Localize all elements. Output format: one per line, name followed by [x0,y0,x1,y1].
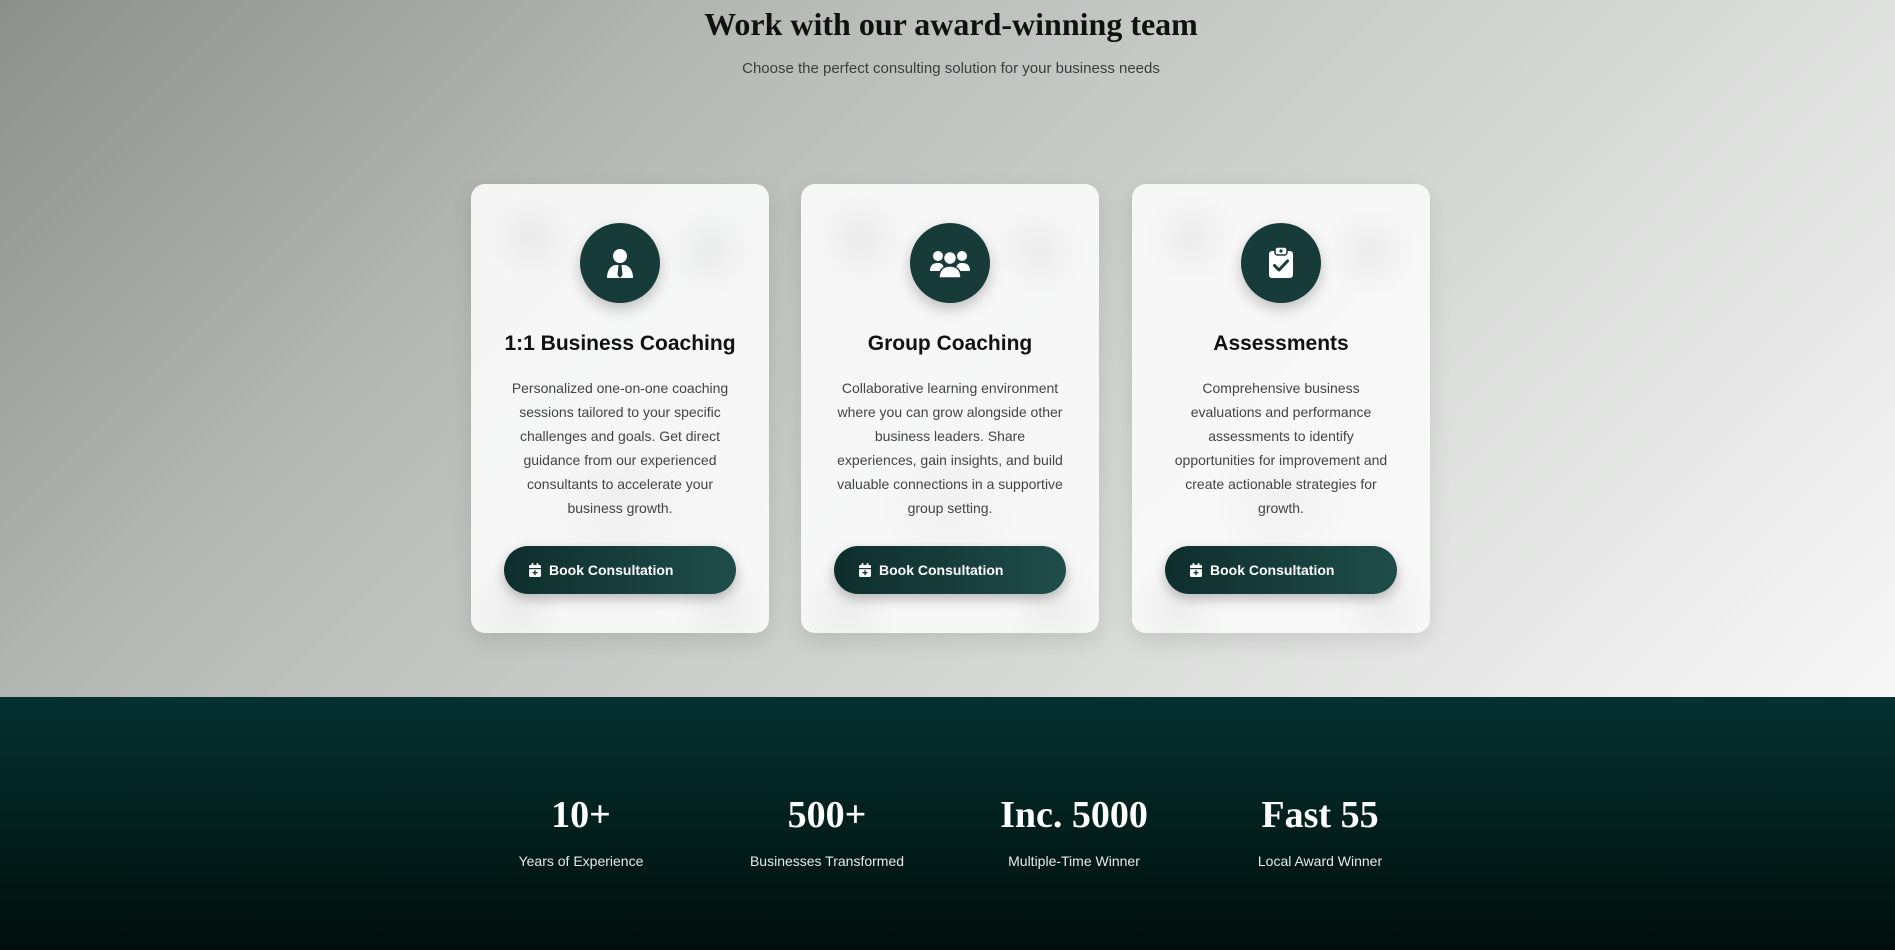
section-title: Work with our award-winning team [704,6,1198,42]
button-label: Book Consultation [879,562,1004,578]
service-card-business-coaching: 1:1 Business Coaching Personalized one-o… [471,184,769,633]
service-card-group-coaching: Group Coaching Collaborative learning en… [801,184,1099,633]
services-section: Work with our award-winning team Choose … [0,0,1895,697]
calendar-plus-icon [858,562,872,578]
card-description: Collaborative learning environment where… [837,380,1063,516]
stat-fast-55: Fast 55 Local Award Winner [1220,793,1420,869]
stat-label: Multiple-Time Winner [1008,853,1140,869]
section-subtitle: Choose the perfect consulting solution f… [742,60,1160,77]
calendar-plus-icon [1189,562,1203,578]
stat-label: Businesses Transformed [749,853,905,869]
stat-value: Fast 55 [1261,794,1379,836]
calendar-plus-icon [528,562,542,578]
stat-label: Local Award Winner [1257,853,1383,869]
users-group-icon [910,223,990,303]
card-description: Personalized one-on-one coaching session… [511,380,729,516]
stat-label: Years of Experience [518,853,644,869]
book-consultation-button[interactable]: Book Consultation [1165,546,1397,594]
person-tie-icon [580,223,660,303]
button-label: Book Consultation [1210,562,1335,578]
card-title: Assessments [1213,332,1349,355]
stat-years-experience: 10+ Years of Experience [481,793,681,869]
clipboard-check-icon [1241,223,1321,303]
stat-value: 500+ [787,794,867,836]
card-description: Comprehensive business evaluations and p… [1174,380,1388,516]
stat-value: Inc. 5000 [1000,794,1148,836]
book-consultation-button[interactable]: Book Consultation [504,546,736,594]
service-card-assessments: Assessments Comprehensive business evalu… [1132,184,1430,633]
stats-section: 10+ Years of Experience 500+ Businesses … [0,697,1895,950]
stat-businesses-transformed: 500+ Businesses Transformed [727,793,927,869]
stat-inc-5000: Inc. 5000 Multiple-Time Winner [974,793,1174,869]
book-consultation-button[interactable]: Book Consultation [834,546,1066,594]
stat-value: 10+ [551,794,611,836]
card-title: 1:1 Business Coaching [504,332,736,355]
button-label: Book Consultation [549,562,674,578]
card-title: Group Coaching [867,332,1033,355]
